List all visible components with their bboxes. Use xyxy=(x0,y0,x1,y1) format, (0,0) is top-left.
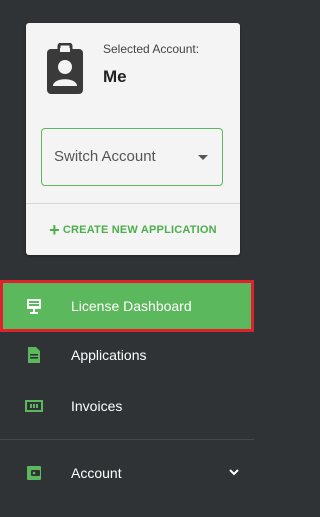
switch-account-label: Switch Account xyxy=(54,148,156,165)
selected-account-label: Selected Account: xyxy=(103,42,200,56)
account-card: Selected Account: Me Switch Account + CR… xyxy=(26,23,240,255)
chevron-down-icon[interactable] xyxy=(228,466,240,478)
banknote-icon xyxy=(25,397,43,415)
nav-label-license-dashboard: License Dashboard xyxy=(71,298,192,314)
id-badge-icon xyxy=(47,43,83,94)
switch-account-select[interactable]: Switch Account xyxy=(41,128,223,186)
caret-down-icon xyxy=(198,155,208,160)
nav-item-account[interactable]: Account xyxy=(0,449,254,497)
nav-item-license-dashboard[interactable]: License Dashboard xyxy=(0,280,254,332)
monitor-icon xyxy=(25,297,43,315)
wallet-icon xyxy=(25,464,43,482)
nav-item-applications[interactable]: Applications xyxy=(0,331,254,379)
nav-label-applications: Applications xyxy=(71,347,147,363)
selected-account-value: Me xyxy=(103,67,127,86)
nav-item-invoices[interactable]: Invoices xyxy=(0,382,254,430)
document-icon xyxy=(25,346,43,364)
nav-separator xyxy=(0,439,254,440)
nav-label-account: Account xyxy=(71,465,122,481)
create-new-application-button[interactable]: + CREATE NEW APPLICATION xyxy=(26,204,240,255)
plus-icon: + xyxy=(49,219,60,240)
nav-label-invoices: Invoices xyxy=(71,398,123,414)
create-new-application-label: CREATE NEW APPLICATION xyxy=(62,223,217,236)
